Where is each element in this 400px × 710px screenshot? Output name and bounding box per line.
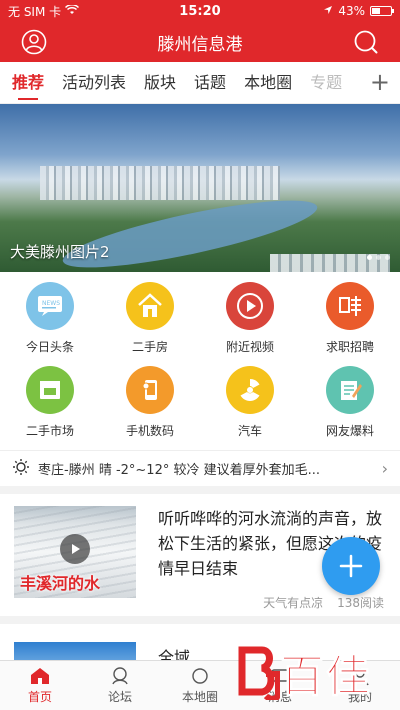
bottom-navigation: 首页 论坛 本地圈 消息 我的 <box>0 660 400 710</box>
quick-link-videos[interactable]: 附近视频 <box>200 282 300 360</box>
carousel-indicator <box>367 255 390 260</box>
news-read-count: 138阅读 <box>337 596 384 610</box>
quick-links-grid: NEWS 今日头条 二手房 附近视频 求职招聘 二手市场 手机数码 汽车 网友爆… <box>0 282 400 442</box>
nav-label: 论坛 <box>107 690 132 704</box>
quick-link-headlines[interactable]: NEWS 今日头条 <box>0 282 100 360</box>
nav-home[interactable]: 首页 <box>0 661 80 710</box>
nav-label: 首页 <box>27 690 52 704</box>
video-play-icon <box>226 282 274 330</box>
nav-label: 消息 <box>267 690 292 704</box>
carousel-dot <box>376 255 381 260</box>
car-icon <box>226 366 274 414</box>
recruit-icon <box>326 282 374 330</box>
svg-text:NEWS: NEWS <box>42 300 60 307</box>
nav-me[interactable]: 我的 <box>320 661 400 710</box>
add-tab-icon[interactable]: + <box>357 70 390 94</box>
plus-icon <box>339 554 363 578</box>
quick-link-label: 附近视频 <box>225 340 274 354</box>
home-icon <box>31 668 49 684</box>
quick-link-label: 今日头条 <box>25 340 74 354</box>
nav-messages[interactable]: 消息 <box>240 661 320 710</box>
banner-image <box>40 166 280 200</box>
quick-link-label: 求职招聘 <box>325 340 374 354</box>
quick-link-label: 手机数码 <box>125 424 174 438</box>
play-icon <box>60 534 90 564</box>
carousel-dot <box>367 255 372 260</box>
quick-link-jobs[interactable]: 求职招聘 <box>300 282 400 360</box>
chevron-right-icon: › <box>381 459 388 478</box>
banner-carousel[interactable]: 大美滕州图片2 <box>0 104 400 272</box>
news-author: 天气有点凉 <box>263 596 324 610</box>
user-icon <box>351 668 369 686</box>
message-icon <box>271 669 289 682</box>
forum-icon <box>112 667 128 685</box>
page-title: 滕州信息港 <box>157 34 243 55</box>
tab-special[interactable]: 专题 <box>310 62 342 104</box>
quick-link-tips[interactable]: 网友爆料 <box>300 366 400 444</box>
location-icon <box>323 4 333 18</box>
edit-note-icon <box>326 366 374 414</box>
create-post-button[interactable] <box>322 537 380 595</box>
quick-link-label: 二手房 <box>131 340 168 354</box>
news-meta: 天气有点凉 138阅读 <box>263 594 384 611</box>
tab-topics[interactable]: 话题 <box>194 62 226 104</box>
thumbnail-overlay-text: 丰溪河的水 <box>20 574 101 593</box>
status-bar: 无 SIM 卡 15:20 43% <box>0 0 400 22</box>
tab-activities[interactable]: 活动列表 <box>62 62 126 104</box>
nav-label: 我的 <box>347 690 372 704</box>
banner-caption: 大美滕州图片2 <box>10 243 110 261</box>
news-thumbnail: 丰溪河的水 <box>14 506 136 598</box>
quick-link-housing[interactable]: 二手房 <box>100 282 200 360</box>
nav-label: 本地圈 <box>181 690 218 704</box>
category-tabs: 推荐 活动列表 版块 话题 本地圈 专题 + <box>0 62 400 104</box>
battery-percent: 43% <box>338 4 365 18</box>
sun-icon <box>12 458 30 480</box>
tab-recommend[interactable]: 推荐 <box>12 62 44 104</box>
nav-local-circle[interactable]: 本地圈 <box>160 661 240 710</box>
quick-link-label: 网友爆料 <box>325 424 374 438</box>
weather-text: 枣庄-滕州 晴 -2°~12° 较冷 建议着厚外套加毛... <box>38 463 321 478</box>
wifi-icon <box>65 3 80 18</box>
weather-bar[interactable]: 枣庄-滕州 晴 -2°~12° 较冷 建议着厚外套加毛... › <box>0 450 400 494</box>
profile-icon[interactable] <box>20 28 48 56</box>
battery-icon <box>370 6 394 16</box>
tab-boards[interactable]: 版块 <box>144 62 176 104</box>
carrier-label: 无 SIM 卡 <box>8 4 62 19</box>
tab-local-circle[interactable]: 本地圈 <box>244 62 292 104</box>
search-icon[interactable] <box>352 28 380 56</box>
carousel-dot <box>385 255 390 260</box>
market-icon <box>26 366 74 414</box>
nav-forum[interactable]: 论坛 <box>80 661 160 710</box>
house-icon <box>126 282 174 330</box>
news-item[interactable]: 全域... <box>0 632 400 672</box>
app-header: 滕州信息港 <box>0 22 400 62</box>
quick-link-digital[interactable]: 手机数码 <box>100 366 200 444</box>
quick-link-label: 汽车 <box>237 424 262 438</box>
quick-link-label: 二手市场 <box>25 424 74 438</box>
phone-touch-icon <box>126 366 174 414</box>
circle-icon <box>192 668 208 684</box>
news-icon: NEWS <box>26 282 74 330</box>
quick-link-cars[interactable]: 汽车 <box>200 366 300 444</box>
quick-link-market[interactable]: 二手市场 <box>0 366 100 444</box>
